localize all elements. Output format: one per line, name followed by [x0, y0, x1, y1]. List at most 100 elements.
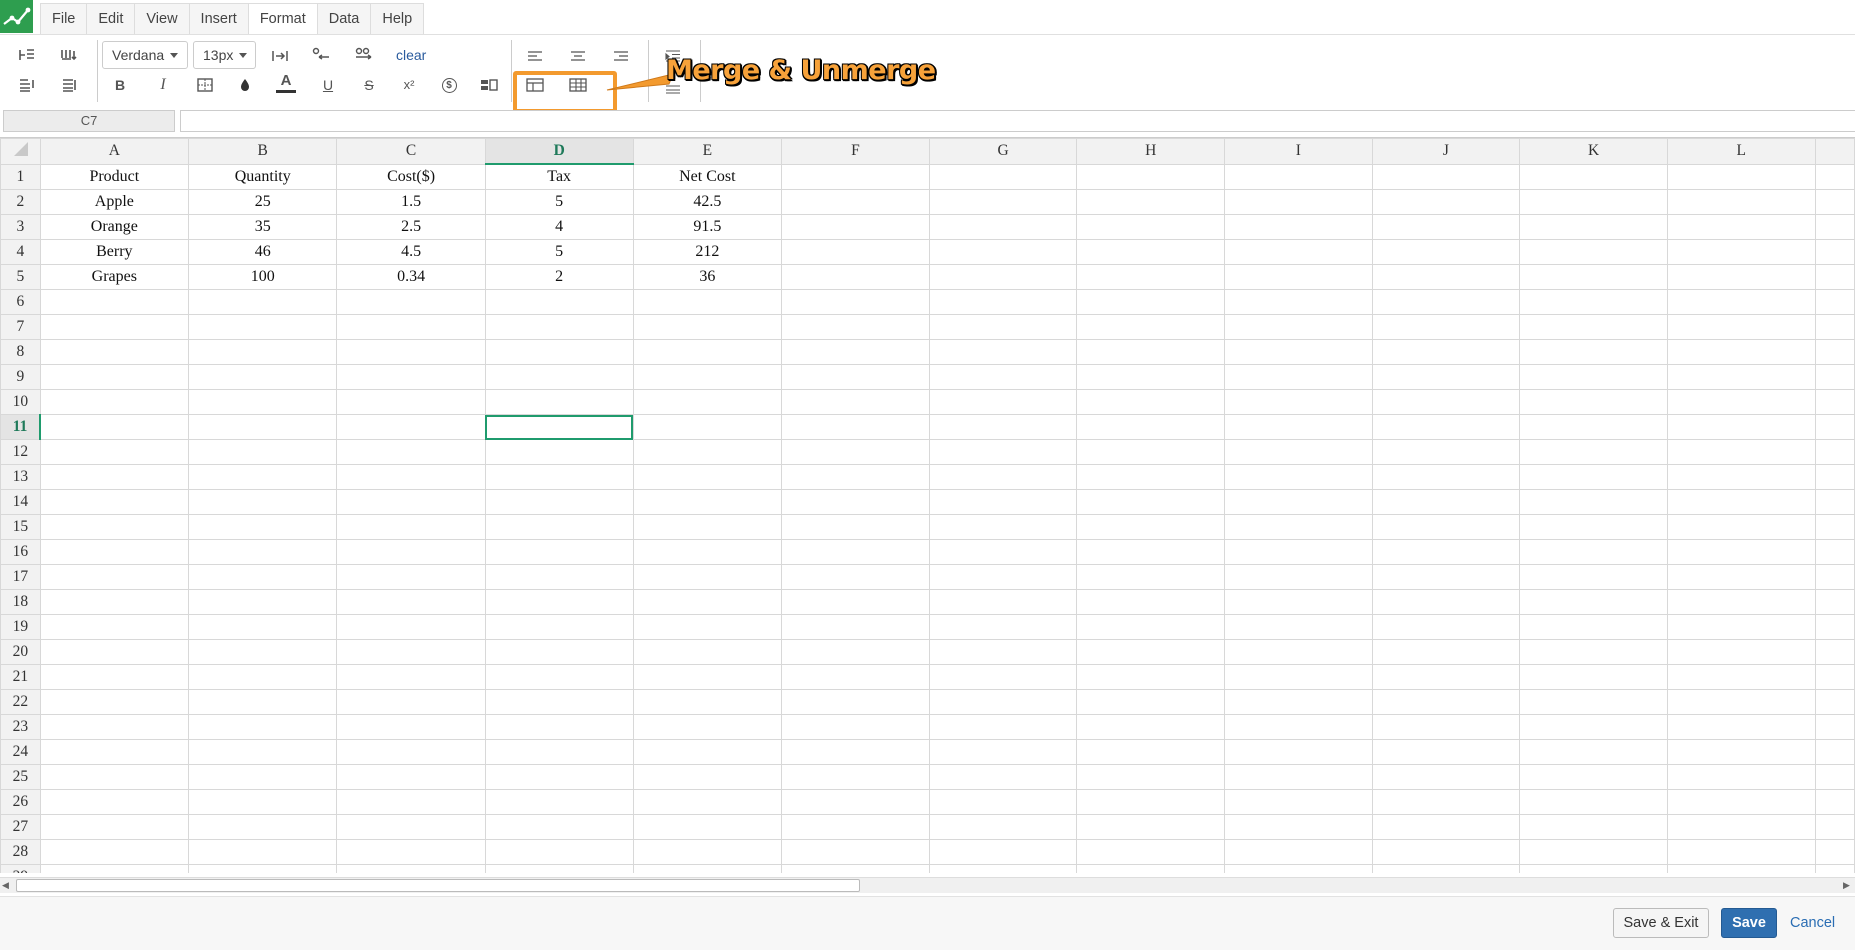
cell[interactable]: [187, 739, 338, 765]
scroll-left-icon[interactable]: ◀: [2, 880, 9, 891]
row-header[interactable]: 17: [0, 564, 41, 590]
cell[interactable]: [187, 389, 338, 415]
cell[interactable]: 25: [187, 189, 338, 215]
cell[interactable]: [336, 539, 486, 565]
cell[interactable]: [39, 489, 190, 515]
cell[interactable]: Product: [39, 163, 190, 190]
cell[interactable]: [39, 739, 190, 765]
cell[interactable]: [1666, 839, 1816, 865]
row-header[interactable]: 8: [0, 339, 41, 365]
cell[interactable]: [632, 689, 783, 715]
cell[interactable]: [1814, 564, 1855, 590]
cell[interactable]: [1666, 264, 1816, 290]
cell[interactable]: [1519, 439, 1668, 465]
cell[interactable]: [484, 639, 634, 665]
cell[interactable]: [1224, 289, 1373, 315]
cell[interactable]: [1666, 864, 1816, 873]
cell[interactable]: [1814, 163, 1855, 190]
cell[interactable]: [1814, 489, 1855, 515]
cell[interactable]: [1666, 464, 1816, 490]
cell[interactable]: [928, 514, 1078, 540]
cell[interactable]: [1666, 814, 1816, 840]
cell[interactable]: [187, 839, 338, 865]
cell[interactable]: [1519, 564, 1668, 590]
cell[interactable]: [1814, 339, 1855, 365]
cell[interactable]: 4: [484, 214, 634, 240]
cell[interactable]: 212: [632, 239, 783, 265]
cell[interactable]: [39, 714, 190, 740]
cell[interactable]: [484, 764, 634, 790]
cell[interactable]: [632, 414, 783, 440]
cell[interactable]: [781, 789, 930, 815]
cell[interactable]: 5: [484, 189, 634, 215]
cell[interactable]: 0.34: [336, 264, 486, 290]
cell[interactable]: [781, 314, 930, 340]
cell[interactable]: [1076, 864, 1226, 873]
cell[interactable]: [336, 639, 486, 665]
cell[interactable]: [781, 389, 930, 415]
cell[interactable]: [336, 589, 486, 615]
cell[interactable]: [928, 739, 1078, 765]
cell[interactable]: [1076, 789, 1226, 815]
cell[interactable]: [484, 839, 634, 865]
cell[interactable]: [1371, 264, 1521, 290]
cell[interactable]: [1371, 839, 1521, 865]
cell[interactable]: [928, 314, 1078, 340]
cell[interactable]: [484, 664, 634, 690]
row-header[interactable]: 25: [0, 764, 41, 790]
cell[interactable]: [781, 439, 930, 465]
cell[interactable]: [1371, 339, 1521, 365]
cell[interactable]: [39, 864, 190, 873]
scrollbar-thumb[interactable]: [16, 879, 860, 892]
cell[interactable]: [632, 764, 783, 790]
cell[interactable]: [484, 514, 634, 540]
cell[interactable]: [632, 614, 783, 640]
cell[interactable]: [187, 489, 338, 515]
cell[interactable]: [187, 689, 338, 715]
cell[interactable]: [336, 564, 486, 590]
cell[interactable]: [39, 814, 190, 840]
cell[interactable]: [1519, 389, 1668, 415]
cell[interactable]: [1371, 364, 1521, 390]
cell[interactable]: [928, 189, 1078, 215]
cell[interactable]: [1666, 364, 1816, 390]
row-header[interactable]: 5: [0, 264, 41, 290]
cell[interactable]: [336, 289, 486, 315]
cell[interactable]: [1224, 714, 1373, 740]
row-header[interactable]: 15: [0, 514, 41, 540]
cell[interactable]: [632, 389, 783, 415]
cell[interactable]: [632, 489, 783, 515]
cell[interactable]: [781, 414, 930, 440]
cell[interactable]: [1519, 664, 1668, 690]
menu-format[interactable]: Format: [248, 4, 318, 34]
cell[interactable]: [1076, 439, 1226, 465]
cell[interactable]: [1814, 739, 1855, 765]
cell[interactable]: [1371, 289, 1521, 315]
cell[interactable]: [928, 389, 1078, 415]
row-header[interactable]: 10: [0, 389, 41, 415]
cell[interactable]: [484, 689, 634, 715]
cell[interactable]: Cost($): [336, 163, 486, 190]
column-header[interactable]: [1814, 138, 1855, 165]
cell[interactable]: [1814, 639, 1855, 665]
cell[interactable]: [1076, 189, 1226, 215]
cell[interactable]: [1519, 214, 1668, 240]
cell[interactable]: [1814, 239, 1855, 265]
cell[interactable]: 46: [187, 239, 338, 265]
cell[interactable]: [187, 314, 338, 340]
decrease-decimal-icon[interactable]: [310, 44, 332, 64]
cell[interactable]: Quantity: [187, 163, 338, 190]
cell[interactable]: [1371, 239, 1521, 265]
cell[interactable]: [1076, 589, 1226, 615]
cell[interactable]: [484, 789, 634, 815]
cell[interactable]: [1519, 589, 1668, 615]
menu-file[interactable]: File: [41, 4, 88, 34]
cell[interactable]: [336, 314, 486, 340]
fill-color-icon[interactable]: [234, 75, 256, 95]
cell[interactable]: [928, 639, 1078, 665]
cell[interactable]: [632, 739, 783, 765]
cell[interactable]: [484, 814, 634, 840]
insert-row-icon[interactable]: [16, 45, 38, 65]
cell[interactable]: [632, 339, 783, 365]
cell[interactable]: [781, 564, 930, 590]
